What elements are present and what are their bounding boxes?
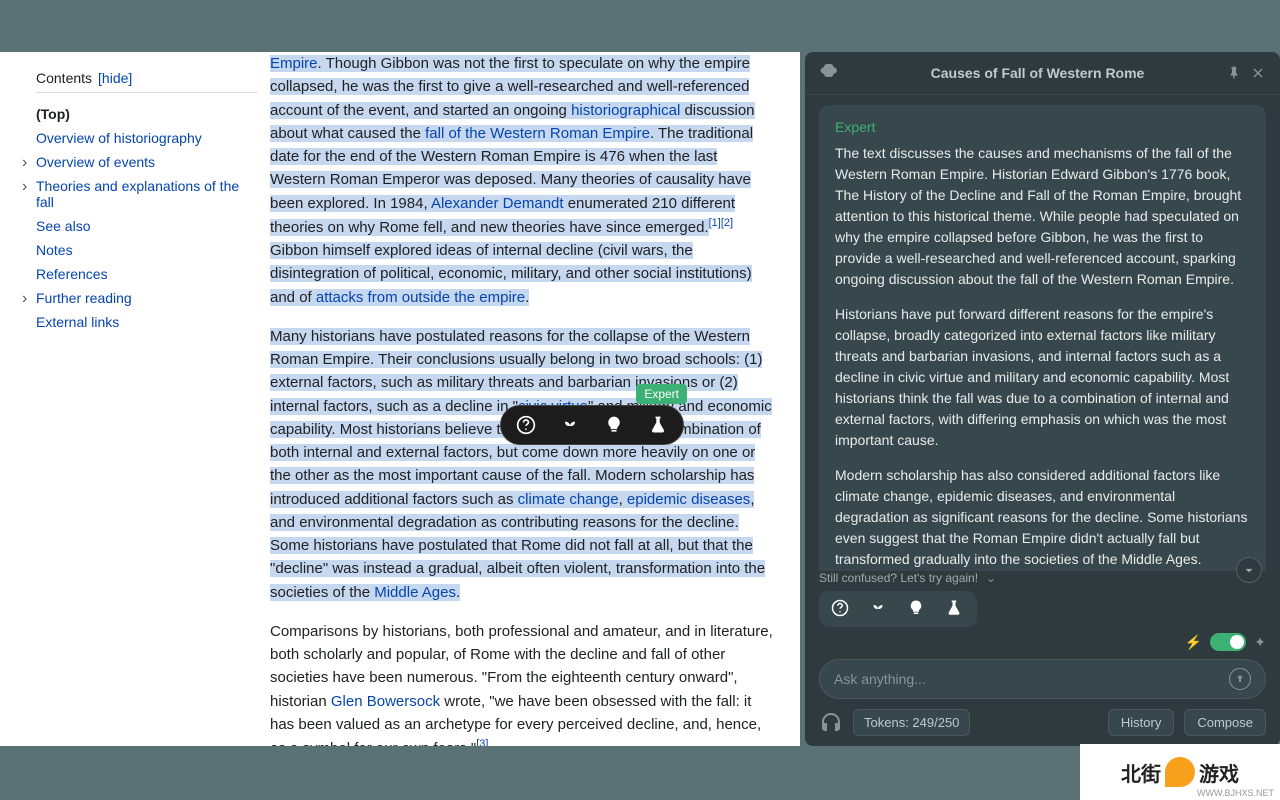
history-button[interactable]: History [1108, 709, 1174, 736]
send-button[interactable] [1229, 668, 1251, 690]
cite-2[interactable]: [2] [721, 217, 733, 229]
sparkle-icon[interactable]: ✦ [1254, 634, 1266, 651]
flask-icon[interactable] [945, 599, 965, 619]
contents-label: Contents [36, 70, 92, 86]
toc-item-2[interactable]: Overview of events [36, 151, 258, 175]
paragraph-2: Many historians have postulated reasons … [270, 325, 774, 604]
toc-item-5[interactable]: Notes [36, 239, 258, 263]
retry-label: Still confused? Let's try again! [819, 571, 978, 585]
link-empire[interactable]: Empire [270, 55, 318, 72]
compose-button[interactable]: Compose [1184, 709, 1266, 736]
toc-item-0[interactable]: (Top) [36, 103, 258, 127]
link-epidemic[interactable]: epidemic diseases [627, 491, 750, 508]
brain-icon [819, 64, 845, 82]
response-paragraph-2: Modern scholarship has also considered a… [835, 465, 1250, 570]
link-demandt[interactable]: Alexander Demandt [431, 195, 564, 212]
headset-icon[interactable] [819, 711, 843, 735]
paragraph-1: Empire. Though Gibbon was not the first … [270, 52, 774, 309]
bulb-icon[interactable] [907, 599, 927, 619]
watermark: 北街 游戏 WWW.BJHXS.NET [1080, 744, 1280, 800]
toc-item-4[interactable]: See also [36, 215, 258, 239]
toc-item-7[interactable]: Further reading [36, 287, 258, 311]
link-bowersock[interactable]: Glen Bowersock [331, 693, 440, 710]
scroll-down-button[interactable] [1236, 557, 1262, 583]
selection-toolbar: Expert [500, 405, 684, 445]
panel-title: Causes of Fall of Western Rome [857, 65, 1218, 81]
ask-input-row [819, 659, 1266, 699]
panel-body: Expert The text discusses the causes and… [805, 95, 1280, 571]
response-tag: Expert [835, 119, 1250, 135]
toolbar-tooltip: Expert [636, 384, 687, 404]
toggle-switch[interactable] [1210, 633, 1246, 651]
link-historiographical[interactable]: historiographical [571, 102, 680, 119]
link-climate-change[interactable]: climate change [518, 491, 619, 508]
bulb-icon[interactable] [603, 414, 625, 436]
response-paragraph-0: The text discusses the causes and mechan… [835, 143, 1250, 290]
paragraph-3: Comparisons by historians, both professi… [270, 620, 774, 746]
question-icon[interactable] [515, 414, 537, 436]
ask-input[interactable] [834, 671, 1229, 687]
close-icon[interactable] [1250, 65, 1266, 81]
toc-item-8[interactable]: External links [36, 311, 258, 335]
toc-item-1[interactable]: Overview of historiography [36, 127, 258, 151]
response-card: Expert The text discusses the causes and… [819, 105, 1266, 571]
toc-sidebar: Contents [hide] (Top)Overview of histori… [0, 52, 270, 746]
pin-icon[interactable] [1226, 65, 1242, 81]
toc-toggle[interactable]: [hide] [98, 70, 132, 86]
article-body: Empire. Though Gibbon was not the first … [270, 52, 800, 746]
sprout-icon[interactable] [869, 599, 889, 619]
bolt-icon: ⚡ [1185, 634, 1202, 651]
cite-1[interactable]: [1] [709, 217, 721, 229]
link-middle-ages[interactable]: Middle Ages [374, 584, 456, 601]
panel-footer: Still confused? Let's try again! ⌄ ⚡ ✦ T… [805, 571, 1280, 746]
retry-toolbar [819, 591, 977, 627]
question-icon[interactable] [831, 599, 851, 619]
toc-item-3[interactable]: Theories and explanations of the fall [36, 175, 258, 215]
sprout-icon[interactable] [559, 414, 581, 436]
link-fall-wre[interactable]: fall of the Western Roman Empire [425, 125, 650, 142]
panel-header: Causes of Fall of Western Rome [805, 52, 1280, 95]
chevron-down-icon[interactable]: ⌄ [986, 571, 996, 585]
response-paragraph-1: Historians have put forward different re… [835, 304, 1250, 451]
link-attacks-outside[interactable]: attacks from outside the empire [316, 289, 525, 306]
cite-3[interactable]: [3] [476, 738, 488, 746]
flask-icon[interactable] [647, 414, 669, 436]
assistant-panel: Causes of Fall of Western Rome Expert Th… [805, 52, 1280, 746]
tokens-counter: Tokens: 249/250 [853, 709, 970, 736]
sun-icon [1165, 757, 1195, 787]
toc-item-6[interactable]: References [36, 263, 258, 287]
